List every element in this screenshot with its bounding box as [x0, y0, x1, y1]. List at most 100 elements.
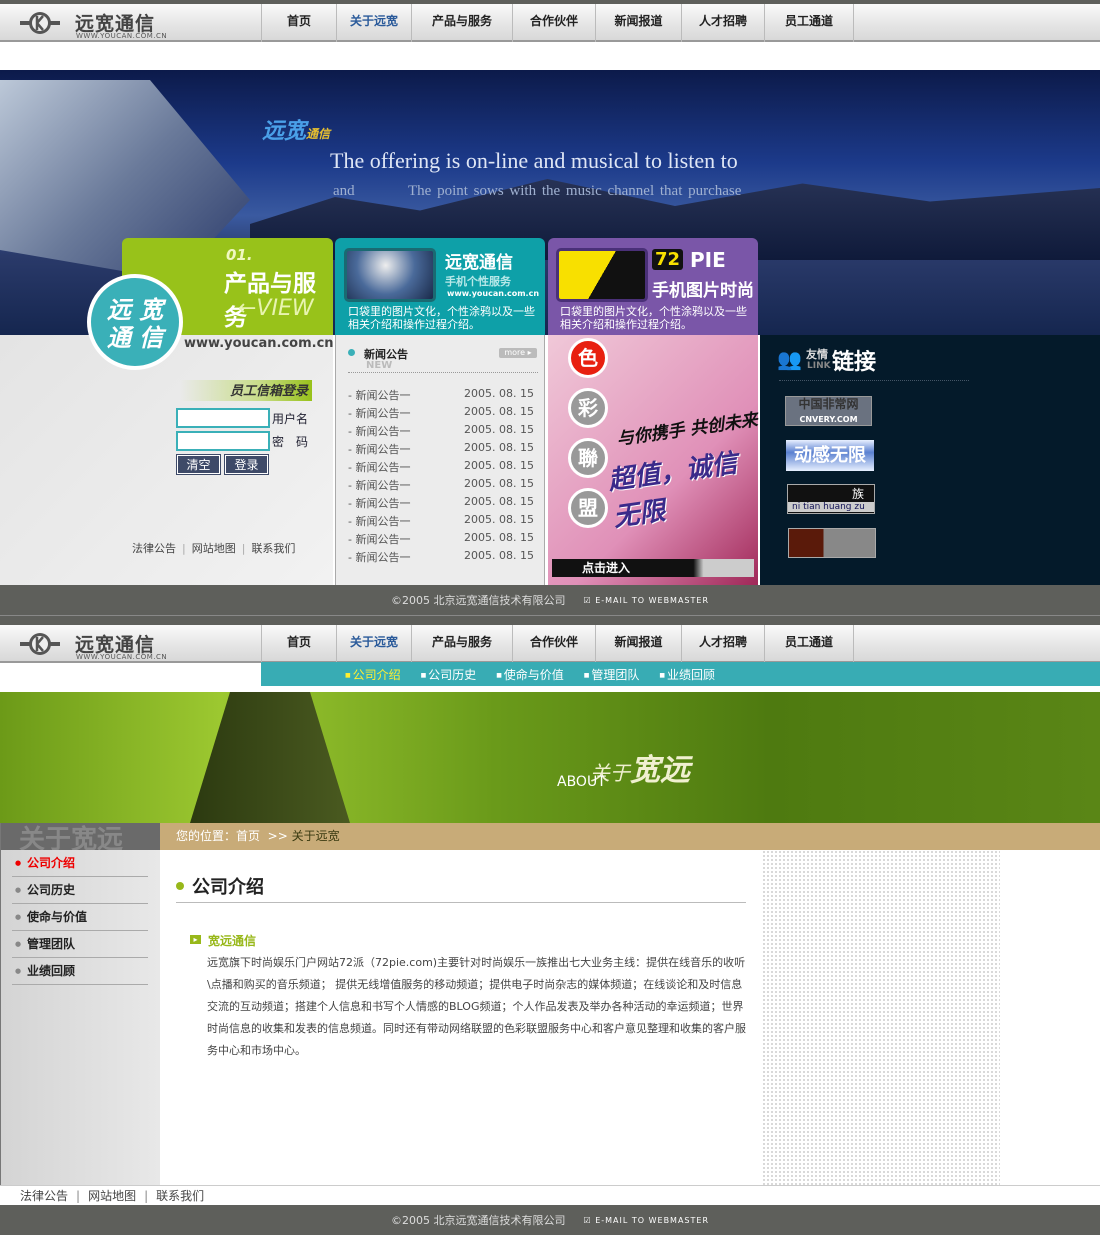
- link-cnvery[interactable]: 中国非常网 CNVERY.COM: [785, 396, 872, 426]
- news-panel: 新闻公告 NEW more ▸ - 新闻公告一 2005. 08. 15- 新闻公…: [335, 335, 545, 585]
- login-button[interactable]: 登录: [224, 454, 269, 475]
- news-more-button[interactable]: more ▸: [499, 348, 537, 358]
- separator: [0, 615, 1100, 625]
- nav-about[interactable]: 关于远宽: [336, 4, 411, 42]
- mail-icon: ☑: [583, 595, 592, 605]
- site-url: www.youcan.com.cn: [184, 336, 334, 351]
- email-webmaster-link[interactable]: ☑ E-MAIL TO WEBMASTER: [583, 1216, 709, 1225]
- nav-partners[interactable]: 合作伙伴: [512, 625, 595, 663]
- news-item-date: 2005. 08. 15: [464, 423, 534, 436]
- main-nav: 首页 关于远宽 产品与服务 合作伙伴 新闻报道 人才招聘 员工通道: [261, 625, 854, 663]
- link-partner-banner[interactable]: [788, 528, 876, 558]
- news-item[interactable]: - 新闻公告一 2005. 08. 15: [348, 405, 534, 421]
- nav-home[interactable]: 首页: [261, 625, 336, 663]
- nav-staff[interactable]: 员工通道: [764, 625, 854, 663]
- legal-link[interactable]: 法律公告: [20, 1189, 68, 1203]
- news-item[interactable]: - 新闻公告一 2005. 08. 15: [348, 459, 534, 475]
- panel-number: 01.: [226, 246, 253, 264]
- news-item[interactable]: - 新闻公告一 2005. 08. 15: [348, 549, 534, 565]
- banner-subline-b: The point sows with the music channel th…: [408, 183, 742, 199]
- news-item[interactable]: - 新闻公告一 2005. 08. 15: [348, 477, 534, 493]
- sidebar-item[interactable]: 管理团队: [12, 931, 148, 958]
- league-char: 盟: [568, 488, 608, 528]
- divider: [348, 372, 538, 373]
- news-item-title[interactable]: - 新闻公告一: [348, 441, 410, 457]
- subnav-history[interactable]: 公司历史: [421, 666, 476, 683]
- link-nitianhuangzu[interactable]: 族 ni tian huang zu: [787, 484, 875, 514]
- news-item[interactable]: - 新闻公告一 2005. 08. 15: [348, 387, 534, 403]
- news-item[interactable]: - 新闻公告一 2005. 08. 15: [348, 423, 534, 439]
- sitemap-link[interactable]: 网站地图: [192, 542, 236, 555]
- password-input[interactable]: [176, 431, 270, 451]
- breadcrumb-home[interactable]: 首页: [236, 829, 260, 843]
- about-banner: [0, 692, 1100, 823]
- nav-products[interactable]: 产品与服务: [411, 4, 512, 42]
- friend-links: 👥 友情 LINK 链接 中国非常网 CNVERY.COM 动感无限 族 ni ti…: [760, 335, 1100, 585]
- sidebar-item[interactable]: 业绩回顾: [12, 958, 148, 985]
- news-item-date: 2005. 08. 15: [464, 549, 534, 562]
- nav-partners[interactable]: 合作伙伴: [512, 4, 595, 42]
- nav-staff[interactable]: 员工通道: [764, 4, 854, 42]
- nav-news[interactable]: 新闻报道: [595, 4, 681, 42]
- news-item-title[interactable]: - 新闻公告一: [348, 405, 410, 421]
- sidebar-item[interactable]: 使命与价值: [12, 904, 148, 931]
- league-char: 彩: [568, 388, 608, 428]
- sidebar-item[interactable]: 公司历史: [12, 877, 148, 904]
- teal-title: 远宽通信: [445, 253, 513, 273]
- header: 远宽通信 WWW.YOUCAN.COM.CN 首页 关于远宽 产品与服务 合作伙…: [0, 4, 1100, 42]
- contact-link[interactable]: 联系我们: [251, 542, 295, 555]
- subnav-mission[interactable]: 使命与价值: [496, 666, 564, 683]
- footer-links: 法律公告 | 网站地图 | 联系我们: [0, 1185, 1100, 1205]
- news-item-title[interactable]: - 新闻公告一: [348, 477, 410, 493]
- teal-subtitle: 手机个性服务: [445, 275, 511, 288]
- news-item-date: 2005. 08. 15: [464, 477, 534, 490]
- contact-link[interactable]: 联系我们: [156, 1189, 204, 1203]
- links-title: 链接: [832, 350, 877, 375]
- teal-url: www.youcan.com.cn: [447, 289, 540, 298]
- nav-jobs[interactable]: 人才招聘: [681, 4, 764, 42]
- banner-brand: 远宽通信: [262, 119, 331, 144]
- purple-panel[interactable]: 72 PIE 手机图片时尚 口袋里的图片文化，个性涂鸦以及一些相关介绍和操作过程…: [548, 238, 758, 335]
- news-item[interactable]: - 新闻公告一 2005. 08. 15: [348, 441, 534, 457]
- photo-thumbnail: [556, 248, 648, 302]
- view-link[interactable]: ←VIEW: [238, 296, 314, 321]
- news-item[interactable]: - 新闻公告一 2005. 08. 15: [348, 513, 534, 529]
- nav-news[interactable]: 新闻报道: [595, 625, 681, 663]
- sub-nav: 公司介绍 公司历史 使命与价值 管理团队 业绩回顾: [261, 662, 1100, 686]
- link-dongganwuxian[interactable]: 动感无限: [786, 440, 874, 471]
- nav-jobs[interactable]: 人才招聘: [681, 625, 764, 663]
- sidebar-item[interactable]: 公司介绍: [12, 850, 148, 877]
- color-league-banner[interactable]: 色 彩 聯 盟 与你携手 共创未来 超值，诚信无限 点击进入: [548, 335, 759, 585]
- news-item-title[interactable]: - 新闻公告一: [348, 531, 410, 547]
- news-item-title[interactable]: - 新闻公告一: [348, 513, 410, 529]
- username-input[interactable]: [176, 408, 270, 428]
- email-webmaster-link[interactable]: ☑ E-MAIL TO WEBMASTER: [583, 596, 709, 605]
- nav-products[interactable]: 产品与服务: [411, 625, 512, 663]
- news-item-title[interactable]: - 新闻公告一: [348, 387, 410, 403]
- main-nav: 首页 关于远宽 产品与服务 合作伙伴 新闻报道 人才招聘 员工通道: [261, 4, 854, 42]
- purple-title: PIE: [690, 248, 726, 272]
- copyright: ©2005 北京远宽通信技术有限公司: [390, 594, 566, 607]
- subnav-team[interactable]: 管理团队: [584, 666, 639, 683]
- news-item[interactable]: - 新闻公告一 2005. 08. 15: [348, 495, 534, 511]
- news-item-title[interactable]: - 新闻公告一: [348, 495, 410, 511]
- news-title-en: NEW: [366, 360, 393, 371]
- sitemap-link[interactable]: 网站地图: [88, 1189, 136, 1203]
- news-item[interactable]: - 新闻公告一 2005. 08. 15: [348, 531, 534, 547]
- teal-panel[interactable]: 远宽通信 手机个性服务 www.youcan.com.cn 口袋里的图片文化，个…: [335, 238, 545, 335]
- login-title: 员工信箱登录: [180, 380, 312, 401]
- legal-link[interactable]: 法律公告: [132, 542, 176, 555]
- subnav-performance[interactable]: 业绩回顾: [659, 666, 715, 683]
- logo-icon: [20, 633, 60, 655]
- subnav-intro[interactable]: 公司介绍: [345, 666, 401, 683]
- dotted-side-panel: [762, 850, 1000, 1185]
- nav-home[interactable]: 首页: [261, 4, 336, 42]
- news-item-title[interactable]: - 新闻公告一: [348, 423, 410, 439]
- banner-title-en: ABOUT: [557, 774, 606, 790]
- clear-button[interactable]: 清空: [176, 454, 221, 475]
- nav-about[interactable]: 关于远宽: [336, 625, 411, 663]
- enter-button[interactable]: 点击进入: [552, 559, 754, 577]
- news-item-title[interactable]: - 新闻公告一: [348, 459, 410, 475]
- news-item-title[interactable]: - 新闻公告一: [348, 549, 410, 565]
- purple-desc: 口袋里的图片文化，个性涂鸦以及一些相关介绍和操作过程介绍。: [560, 305, 747, 331]
